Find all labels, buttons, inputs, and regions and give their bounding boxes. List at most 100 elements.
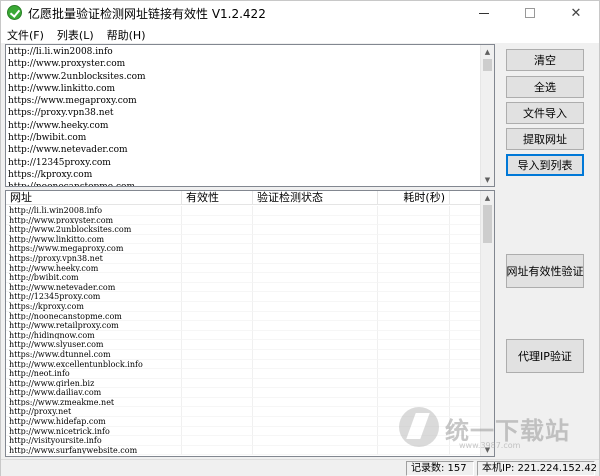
- app-window: 亿愿批量验证检测网址链接有效性 V1.2.422 ✕ 文件(F) 列表(L) 帮…: [0, 0, 600, 476]
- table-row[interactable]: http://li.li.win2008.info: [6, 206, 482, 216]
- close-icon: ✕: [570, 5, 582, 21]
- table-row[interactable]: http://neot.info: [6, 369, 482, 379]
- table-cell: [378, 445, 450, 456]
- table-row[interactable]: http://www.nicetrick.info: [6, 426, 482, 437]
- menu-list[interactable]: 列表(L): [51, 25, 101, 43]
- table-cell: [182, 301, 253, 312]
- column-header-status[interactable]: 验证检测状态: [253, 191, 378, 205]
- url-line: https://kproxy.com: [8, 169, 93, 180]
- table-cell: [182, 407, 253, 418]
- table-scrollbar[interactable]: ▲ ▼: [480, 191, 494, 456]
- table-cell: [378, 321, 450, 331]
- table-row[interactable]: http://www.proxyster.com: [6, 215, 482, 226]
- table-row[interactable]: http://12345proxy.com: [6, 292, 482, 302]
- scroll-up-icon[interactable]: ▲: [481, 45, 494, 58]
- table-row[interactable]: http://bwibit.com: [6, 273, 482, 283]
- menu-file[interactable]: 文件(F): [1, 25, 51, 43]
- table-row[interactable]: http://www.surfanywebsite.com: [6, 445, 482, 456]
- table-row[interactable]: http://www.hidefap.com: [6, 417, 482, 427]
- table-cell: [253, 426, 378, 437]
- url-line: http://li.li.win2008.info: [8, 47, 113, 57]
- table-row[interactable]: http://www.heeky.com: [6, 263, 482, 274]
- table-row[interactable]: http://www.excellentunblock.info: [6, 359, 482, 370]
- validate-urls-button[interactable]: 网址有效性验证: [506, 254, 584, 288]
- table-cell: [378, 311, 450, 322]
- table-row[interactable]: https://www.dtunnel.com: [6, 349, 482, 360]
- minimize-button[interactable]: [461, 1, 507, 25]
- table-row[interactable]: http://www.linkitto.com: [6, 234, 482, 245]
- table-cell: [182, 445, 253, 456]
- close-button[interactable]: ✕: [553, 1, 599, 25]
- table-row[interactable]: https://proxy.vpn38.net: [6, 253, 482, 264]
- table-cell: [450, 369, 482, 379]
- column-header-url[interactable]: 网址: [6, 191, 182, 205]
- table-cell-url: http://www.dailiav.com: [6, 388, 182, 398]
- url-input-textarea[interactable]: http://li.li.win2008.info http://www.prox…: [5, 44, 495, 187]
- url-lines: http://li.li.win2008.info http://www.prox…: [8, 46, 146, 186]
- extract-urls-button[interactable]: 提取网址: [506, 128, 584, 150]
- table-row[interactable]: http://www.netevader.com: [6, 282, 482, 293]
- table-cell: [253, 292, 378, 302]
- table-cell: [182, 244, 253, 254]
- table-cell: [450, 331, 482, 341]
- table-cell: [450, 216, 482, 226]
- table-row[interactable]: http://noonecanstopme.com: [6, 311, 482, 322]
- url-line: http://www.netevader.com: [8, 145, 128, 156]
- url-input-scrollbar[interactable]: ▲ ▼: [480, 45, 494, 186]
- column-header-time[interactable]: 耗时(秒): [378, 191, 450, 205]
- table-cell: [378, 244, 450, 254]
- table-row[interactable]: http://proxy.net: [6, 407, 482, 418]
- url-line: http://www.2unblocksites.com: [8, 71, 146, 82]
- table-cell: [182, 349, 253, 360]
- table-cell: [450, 244, 482, 254]
- table-scroll-down-icon[interactable]: ▼: [481, 443, 494, 456]
- menu-help[interactable]: 帮助(H): [101, 25, 153, 43]
- table-cell-url: http://www.linkitto.com: [6, 234, 182, 245]
- maximize-button[interactable]: [507, 1, 553, 25]
- table-scroll-up-icon[interactable]: ▲: [481, 191, 494, 204]
- table-cell-url: http://www.girlen.biz: [6, 378, 182, 389]
- scroll-down-icon[interactable]: ▼: [481, 173, 494, 186]
- table-cell: [253, 215, 378, 226]
- table-row[interactable]: http://www.2unblocksites.com: [6, 225, 482, 235]
- table-scroll-thumb[interactable]: [483, 205, 492, 243]
- table-cell: [253, 369, 378, 379]
- table-cell: [450, 302, 482, 312]
- table-row[interactable]: http://www.retailproxy.com: [6, 321, 482, 331]
- column-header-validity[interactable]: 有效性: [182, 191, 253, 205]
- table-cell: [378, 359, 450, 370]
- title-bar[interactable]: 亿愿批量验证检测网址链接有效性 V1.2.422 ✕: [1, 1, 599, 25]
- record-count: 记录数: 157: [406, 461, 474, 476]
- table-cell: [182, 397, 253, 408]
- table-row[interactable]: https://www.megaproxy.com: [6, 244, 482, 254]
- column-header-extra[interactable]: [450, 191, 482, 205]
- table-cell-url: http://bwibit.com: [6, 273, 182, 283]
- table-cell: [378, 206, 450, 216]
- table-row[interactable]: https://kproxy.com: [6, 301, 482, 312]
- table-row[interactable]: http://www.slyuser.com: [6, 340, 482, 350]
- table-cell-url: http://www.heeky.com: [6, 263, 182, 274]
- results-table[interactable]: 网址 有效性 验证检测状态 耗时(秒) http://li.li.win2008…: [5, 190, 495, 457]
- table-cell: [253, 225, 378, 235]
- table-cell: [378, 215, 450, 226]
- table-cell-url: http://www.nicetrick.info: [6, 426, 182, 437]
- url-line: http://www.heeky.com: [8, 120, 109, 131]
- table-row[interactable]: https://www.zmeakme.net: [6, 397, 482, 408]
- url-line: http://www.proxyster.com: [8, 59, 126, 70]
- table-row[interactable]: http://www.dailiav.com: [6, 388, 482, 398]
- table-cell-url: http://li.li.win2008.info: [6, 206, 182, 216]
- table-header: 网址 有效性 验证检测状态 耗时(秒): [6, 191, 482, 205]
- table-row[interactable]: http://visityoursite.info: [6, 436, 482, 446]
- table-row[interactable]: http://hidingnow.com: [6, 330, 482, 341]
- import-file-button[interactable]: 文件导入: [506, 102, 584, 124]
- table-row[interactable]: http://www.girlen.biz: [6, 378, 482, 389]
- proxy-validate-button[interactable]: 代理IP验证: [506, 339, 584, 373]
- table-cell: [450, 379, 482, 389]
- scroll-thumb[interactable]: [483, 59, 492, 71]
- table-cell: [450, 264, 482, 274]
- table-cell: [253, 330, 378, 341]
- import-to-list-button[interactable]: 导入到列表: [506, 154, 584, 176]
- clear-button[interactable]: 清空: [506, 49, 584, 71]
- select-all-button[interactable]: 全选: [506, 76, 584, 98]
- table-cell: [450, 446, 482, 456]
